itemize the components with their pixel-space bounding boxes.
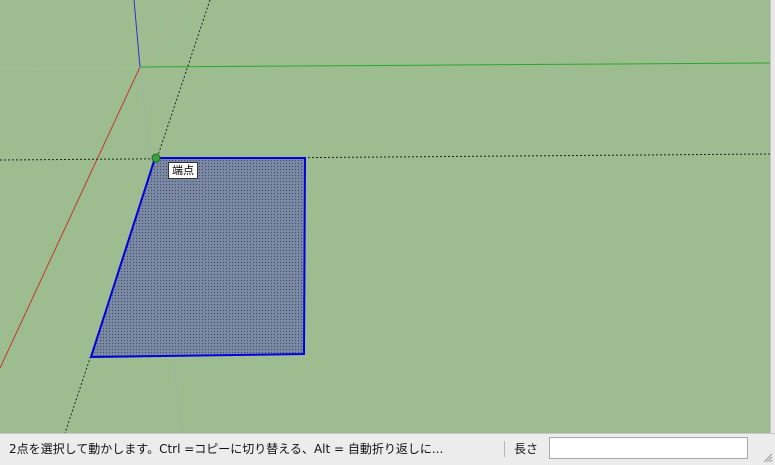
endpoint-inference-marker xyxy=(151,153,161,163)
drawing-viewport[interactable]: 端点 xyxy=(0,0,770,433)
green-axis-line xyxy=(139,62,770,68)
red-axis-hidden-line xyxy=(139,0,191,68)
endpoint-tooltip: 端点 xyxy=(168,162,198,179)
status-bar: 2点を選択して動かします。Ctrl =コピーに切り替える、Alt = 自動折り返… xyxy=(0,433,775,465)
measurements-label: 長さ xyxy=(514,442,539,456)
green-axis-hidden-line xyxy=(0,66,141,70)
status-divider xyxy=(504,441,505,457)
viewport-right-border xyxy=(770,0,775,433)
blue-axis-line xyxy=(133,0,141,68)
status-message: 2点を選択して動かします。Ctrl =コピーに切り替える、Alt = 自動折り返… xyxy=(9,442,444,456)
scene-canvas[interactable] xyxy=(0,0,770,433)
measurements-input[interactable] xyxy=(549,437,748,459)
inference-guide-horizontal xyxy=(0,153,770,161)
selected-face[interactable] xyxy=(89,157,307,359)
sketchup-window: 端点 2点を選択して動かします。Ctrl =コピーに切り替える、Alt = 自動… xyxy=(0,0,775,465)
resize-grip-icon[interactable] xyxy=(761,451,773,463)
